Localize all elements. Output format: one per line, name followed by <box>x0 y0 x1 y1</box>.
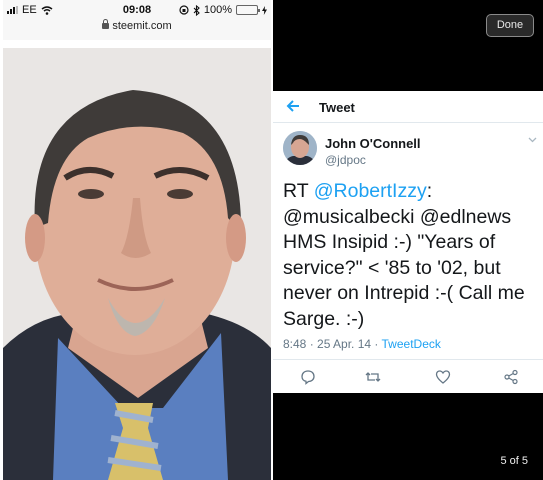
battery-percent: 100% <box>203 4 232 16</box>
tweet-header: Tweet <box>273 91 543 123</box>
battery-icon <box>236 5 260 15</box>
tweet-card: Tweet John O'Connell @jdpoc RT @RobertIz… <box>273 91 543 393</box>
bluetooth-icon <box>193 4 200 16</box>
tweet-actions <box>273 361 543 393</box>
mention-link[interactable]: @RobertIzzy <box>314 180 427 202</box>
back-arrow-icon[interactable] <box>286 99 300 113</box>
url-text: steemit.com <box>112 20 172 32</box>
tweet-timestamp: 8:48 · 25 Apr. 14 · <box>283 337 382 351</box>
header-title: Tweet <box>319 100 355 115</box>
orientation-lock-icon <box>179 5 189 15</box>
tweet-text-prefix: RT <box>283 180 314 202</box>
image-counter: 5 of 5 <box>500 455 528 467</box>
author-name: John O'Connell <box>325 136 421 151</box>
left-phone-screenshot: EE 09:08 100% steemit.com <box>3 0 271 480</box>
done-button[interactable]: Done <box>486 14 534 37</box>
like-icon[interactable] <box>435 369 451 385</box>
portrait-photo <box>3 48 271 480</box>
url-bar[interactable]: steemit.com <box>3 19 271 40</box>
status-right: 100% <box>179 4 267 16</box>
avatar[interactable] <box>283 131 317 165</box>
tweet-media-viewer: Done Tweet John O'Connell @jdpoc RT @Rob… <box>273 0 543 480</box>
tweet-author[interactable]: John O'Connell @jdpoc <box>273 123 543 169</box>
tweet-text-body: : @musicalbecki @edlnews HMS Insipid :-)… <box>283 180 525 330</box>
lock-icon <box>102 19 110 29</box>
tweet-meta: 8:48 · 25 Apr. 14 · TweetDeck <box>283 337 441 351</box>
charging-icon <box>262 5 267 15</box>
status-bar: EE 09:08 100% <box>3 0 271 20</box>
browser-divider <box>3 40 271 48</box>
author-handle: @jdpoc <box>325 153 366 167</box>
chevron-down-icon[interactable] <box>528 135 537 144</box>
tweet-text: RT @RobertIzzy: @musicalbecki @edlnews H… <box>283 179 539 332</box>
tweet-source-link[interactable]: TweetDeck <box>382 337 441 351</box>
actions-divider <box>273 359 543 360</box>
reply-icon[interactable] <box>300 369 316 385</box>
share-icon[interactable] <box>503 369 519 385</box>
retweet-icon[interactable] <box>365 369 381 385</box>
